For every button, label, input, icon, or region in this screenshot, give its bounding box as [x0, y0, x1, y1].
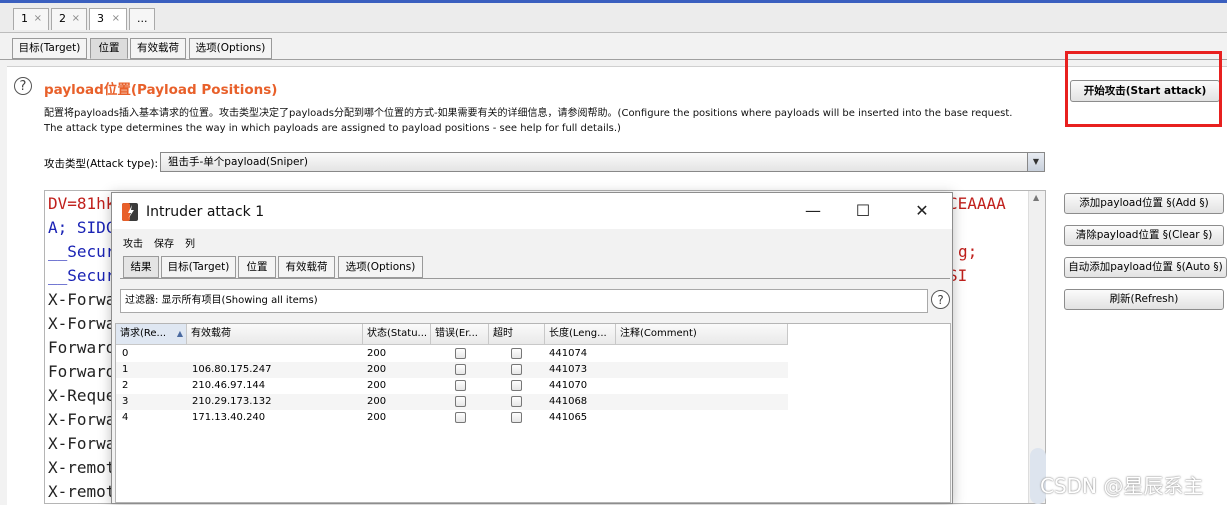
tab-2[interactable]: 2 × — [51, 8, 87, 30]
column-timeout[interactable]: 超时 — [489, 324, 545, 344]
tab-options[interactable]: 选项(Options) — [189, 38, 272, 59]
results-table: 请求(Re... ▲ 有效载荷 状态(Statu... 错误(Er... 超时 … — [115, 323, 951, 503]
column-error[interactable]: 错误(Er... — [431, 324, 489, 344]
request-line-tail: CEAAAA — [948, 194, 1006, 213]
tab-results[interactable]: 结果 — [123, 256, 159, 278]
request-line: X-Reque — [48, 386, 116, 405]
request-line: __Secur — [48, 242, 116, 261]
clear-position-button[interactable]: 清除payload位置 §(Clear §) — [1064, 225, 1224, 246]
request-line: __Secur — [48, 266, 116, 285]
column-request[interactable]: 请求(Re... ▲ — [116, 324, 187, 344]
attack-type-select[interactable]: 狙击手-单个payload(Sniper) ▼ — [160, 152, 1045, 172]
maximize-icon[interactable]: ☐ — [848, 201, 878, 220]
scroll-up-icon[interactable]: ▲ — [1033, 193, 1039, 202]
request-line: X-Forwa — [48, 434, 116, 453]
request-line: X-remot — [48, 482, 116, 501]
sort-asc-icon: ▲ — [176, 329, 183, 338]
chevron-down-icon[interactable]: ▼ — [1027, 153, 1044, 171]
help-icon[interactable]: ? — [14, 77, 32, 95]
tab-payloads[interactable]: 有效载荷 — [130, 38, 186, 59]
tab-3-label: 3 — [97, 12, 104, 25]
request-line-tail: g; — [958, 242, 978, 261]
table-row[interactable]: 3 210.29.173.132 200 441068 — [116, 394, 788, 410]
tab-1[interactable]: 1 × — [13, 8, 49, 30]
error-checkbox — [455, 396, 466, 407]
table-row[interactable]: 2 210.46.97.144 200 441070 — [116, 378, 788, 394]
tab-options[interactable]: 选项(Options) — [338, 256, 423, 278]
attack-tabs-bar: 1 × 2 × 3 × ... — [0, 0, 1227, 33]
timeout-checkbox — [511, 364, 522, 375]
burp-logo-icon — [122, 203, 138, 221]
request-line: X-Forwa — [48, 410, 116, 429]
tab-divider — [120, 278, 950, 279]
tab-more[interactable]: ... — [129, 8, 155, 30]
request-line: A; SIDC — [48, 218, 116, 237]
help-icon[interactable]: ? — [931, 290, 950, 309]
red-highlight-box — [1065, 51, 1222, 127]
request-line: Forward — [48, 362, 116, 381]
refresh-button[interactable]: 刷新(Refresh) — [1064, 289, 1224, 310]
add-position-button[interactable]: 添加payload位置 §(Add §) — [1064, 193, 1224, 214]
window-titlebar[interactable]: Intruder attack 1 — ☐ ✕ — [112, 193, 952, 229]
error-checkbox — [455, 348, 466, 359]
tab-1-label: 1 — [21, 12, 28, 25]
window-top-accent — [0, 0, 1227, 3]
window-title: Intruder attack 1 — [146, 204, 265, 220]
menu-bar: 攻击 保存 列 — [112, 232, 952, 250]
filter-bar[interactable]: 过滤器: 显示所有项目(Showing all items) — [120, 289, 928, 313]
table-row[interactable]: 4 171.13.40.240 200 441065 — [116, 410, 788, 426]
close-icon[interactable]: × — [72, 9, 80, 29]
menu-save[interactable]: 保存 — [154, 235, 174, 250]
tab-target[interactable]: 目标(Target) — [161, 256, 236, 278]
close-icon[interactable]: ✕ — [907, 201, 937, 220]
request-line: X-Forwa — [48, 290, 116, 309]
tab-positions[interactable]: 位置 — [238, 256, 276, 278]
minimize-icon[interactable]: — — [798, 201, 828, 220]
timeout-checkbox — [511, 348, 522, 359]
description-line-2: The attack type determines the way in wh… — [44, 123, 621, 134]
auto-position-button[interactable]: 自动添加payload位置 §(Auto §) — [1064, 257, 1227, 278]
attack-type-label: 攻击类型(Attack type): — [44, 158, 159, 170]
request-line: X-Forwa — [48, 314, 116, 333]
menu-columns[interactable]: 列 — [185, 235, 195, 250]
column-status[interactable]: 状态(Statu... — [363, 324, 431, 344]
section-title: payload位置(Payload Positions) — [44, 82, 278, 98]
intruder-attack-window: Intruder attack 1 — ☐ ✕ 攻击 保存 列 结果 目标(Ta… — [111, 192, 953, 504]
tab-3[interactable]: 3 × — [89, 8, 127, 30]
attack-type-value: 狙击手-单个payload(Sniper) — [168, 156, 308, 168]
request-line: DV=81hk — [48, 194, 116, 213]
close-icon[interactable]: × — [34, 9, 42, 29]
request-line: Forward — [48, 338, 116, 357]
table-row[interactable]: 1 106.80.175.247 200 441073 — [116, 362, 788, 378]
tab-positions[interactable]: 位置 — [90, 38, 128, 59]
request-line: X-remot — [48, 458, 116, 477]
timeout-checkbox — [511, 396, 522, 407]
error-checkbox — [455, 364, 466, 375]
tab-target[interactable]: 目标(Target) — [12, 38, 87, 59]
sub-tabs-bar: 目标(Target) 位置 有效载荷 选项(Options) — [0, 33, 1227, 60]
error-checkbox — [455, 412, 466, 423]
tab-more-label: ... — [137, 12, 148, 25]
watermark: CSDN @星辰系主 — [1040, 474, 1204, 498]
error-checkbox — [455, 380, 466, 391]
timeout-checkbox — [511, 380, 522, 391]
table-header: 请求(Re... ▲ 有效载荷 状态(Statu... 错误(Er... 超时 … — [116, 324, 788, 345]
timeout-checkbox — [511, 412, 522, 423]
close-icon[interactable]: × — [112, 9, 120, 29]
column-comment[interactable]: 注释(Comment) — [616, 324, 788, 344]
column-payload[interactable]: 有效载荷 — [187, 324, 363, 344]
tab-payloads[interactable]: 有效载荷 — [278, 256, 335, 278]
table-row[interactable]: 0 200 441074 — [116, 346, 788, 362]
menu-attack[interactable]: 攻击 — [123, 235, 143, 250]
section-description: 配置将payloads插入基本请求的位置。攻击类型决定了payloads分配到哪… — [44, 106, 1054, 136]
column-length[interactable]: 长度(Leng... — [545, 324, 616, 344]
tab-2-label: 2 — [59, 12, 66, 25]
description-line-1: 配置将payloads插入基本请求的位置。攻击类型决定了payloads分配到哪… — [44, 108, 1013, 119]
